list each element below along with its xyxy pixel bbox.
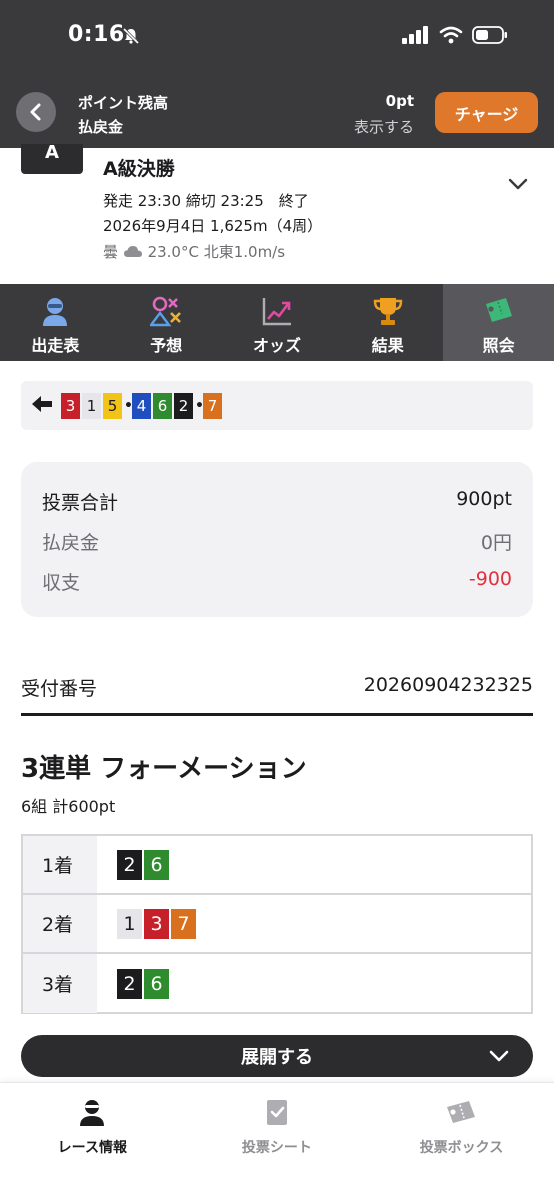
cloud-icon — [123, 246, 142, 257]
bottom-navigation: レース情報 投票シート 投票ボックス — [0, 1082, 554, 1200]
arrow-left-icon — [31, 395, 53, 417]
position-label: 3着 — [23, 954, 97, 1013]
divider — [21, 713, 533, 716]
tab-inquiry[interactable]: 照会 — [443, 284, 554, 361]
battery-icon — [472, 26, 508, 48]
table-row: 3着 2 6 — [23, 954, 531, 1013]
result-number: 6 — [153, 392, 172, 419]
tab-entries[interactable]: 出走表 — [0, 284, 111, 361]
position-numbers: 2 6 — [97, 836, 531, 893]
total-bet-label: 投票合計 — [42, 492, 119, 514]
position-numbers: 1 3 7 — [97, 895, 531, 952]
bet-count-total: 6組 計600pt — [21, 797, 116, 816]
status-time: 0:16 — [68, 22, 125, 47]
nav-label: 投票ボックス — [419, 1140, 504, 1156]
top-bar: 0:16 ポイント残高 払戻金 0pt 表示する チャージ — [0, 0, 554, 148]
balance-label: 収支 — [42, 572, 81, 594]
result-number: 7 — [203, 392, 222, 419]
trophy-icon — [371, 294, 405, 328]
total-bet-value: 900pt — [456, 488, 512, 510]
chevron-left-icon — [30, 103, 41, 121]
refund-label: 払戻金 — [78, 118, 124, 136]
race-info-icon — [75, 1095, 109, 1129]
bracket-number: 3 — [144, 908, 169, 939]
refund-row: 払戻金 0円 — [42, 528, 512, 555]
race-tabs: 出走表 予想 オッズ 結果 照会 — [0, 284, 554, 361]
race-title: A級決勝 — [103, 158, 175, 180]
charge-button[interactable]: チャージ — [435, 92, 538, 133]
table-row: 1着 2 6 — [23, 836, 531, 895]
tab-label: 結果 — [371, 336, 404, 355]
bracket-number: 2 — [117, 968, 142, 999]
race-weather: 曇 23.0°C 北東1.0m/s — [103, 241, 285, 262]
back-button[interactable] — [16, 92, 56, 132]
bracket-number: 6 — [144, 849, 169, 880]
refund-label: 払戻金 — [42, 532, 100, 554]
status-icons — [402, 26, 508, 48]
nav-vote-box[interactable]: 投票ボックス — [369, 1083, 554, 1200]
receipt-label: 受付番号 — [21, 678, 98, 700]
result-number: 2 — [174, 392, 193, 419]
bracket-number: 2 — [117, 849, 142, 880]
position-numbers: 2 6 — [97, 954, 531, 1013]
tab-results[interactable]: 結果 — [332, 284, 443, 361]
table-row: 2着 1 3 7 — [23, 895, 531, 954]
result-separator: • — [124, 397, 133, 414]
nav-vote-sheet[interactable]: 投票シート — [185, 1083, 370, 1200]
bracket-number: 1 — [117, 908, 142, 939]
result-number: 3 — [61, 392, 80, 419]
bet-type-title: 3連単 フォーメーション — [21, 754, 307, 784]
weather-label: 曇 — [103, 243, 119, 261]
cellular-signal-icon — [402, 26, 430, 48]
receipt-row: 受付番号 20260904232325 — [21, 674, 533, 701]
race-grade-badge: A — [21, 144, 83, 174]
balance-value: -900 — [468, 568, 512, 590]
points-balance-label: ポイント残高 — [78, 94, 169, 112]
result-number: 5 — [103, 392, 122, 419]
tab-label: 予想 — [150, 336, 183, 355]
screen: 0:16 ポイント残高 払戻金 0pt 表示する チャージ A A級決勝 発走 … — [0, 0, 554, 1200]
tab-label: 照会 — [482, 336, 515, 355]
result-separator: • — [195, 397, 204, 414]
result-number: 4 — [132, 392, 151, 419]
show-refund-link[interactable]: 表示する — [354, 116, 414, 137]
chevron-down-icon[interactable] — [508, 176, 528, 195]
bracket-number: 7 — [171, 908, 196, 939]
expand-button-label: 展開する — [241, 1047, 313, 1068]
tab-odds[interactable]: オッズ — [222, 284, 333, 361]
prediction-icon — [149, 294, 183, 328]
total-bet-row: 投票合計 900pt — [42, 488, 512, 515]
points-value: 0pt — [385, 92, 414, 110]
balance-row: 収支 -900 — [42, 568, 512, 595]
nav-label: 投票シート — [241, 1140, 312, 1156]
race-date-distance: 2026年9月4日 1,625m（4周） — [103, 217, 323, 235]
result-order-strip: 3 1 5 • 4 6 2 • 7 — [21, 381, 533, 430]
position-label: 1着 — [23, 836, 97, 893]
nav-race-info[interactable]: レース情報 — [0, 1083, 185, 1200]
chevron-down-icon — [489, 1047, 509, 1068]
receipt-number: 20260904232325 — [363, 674, 533, 696]
tab-label: 出走表 — [31, 336, 80, 355]
ticket-icon — [482, 294, 516, 328]
tab-prediction[interactable]: 予想 — [111, 284, 222, 361]
position-label: 2着 — [23, 895, 97, 952]
formation-table: 1着 2 6 2着 1 3 7 3着 2 6 — [21, 834, 533, 1014]
vote-sheet-icon — [260, 1095, 294, 1129]
bet-summary-card: 投票合計 900pt 払戻金 0円 収支 -900 — [21, 462, 533, 617]
refund-value: 0円 — [480, 532, 512, 554]
vote-box-icon — [444, 1095, 478, 1129]
wifi-icon — [439, 26, 463, 48]
result-number: 1 — [82, 392, 101, 419]
tab-label: オッズ — [252, 336, 301, 355]
race-times: 発走 23:30 締切 23:25 終了 — [103, 192, 309, 210]
weather-detail: 23.0°C 北東1.0m/s — [147, 243, 286, 261]
nav-label: レース情報 — [57, 1140, 127, 1156]
expand-button[interactable]: 展開する — [21, 1035, 533, 1077]
mute-bell-icon — [122, 27, 140, 49]
bracket-number: 6 — [144, 968, 169, 999]
racer-icon — [38, 294, 72, 328]
odds-chart-icon — [260, 294, 294, 328]
